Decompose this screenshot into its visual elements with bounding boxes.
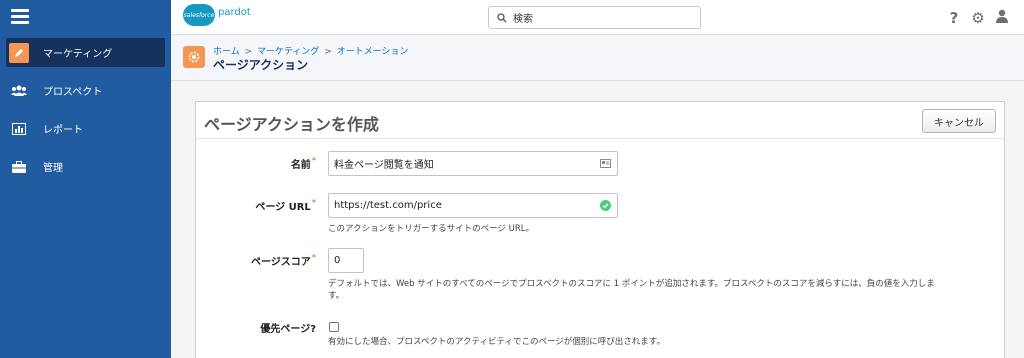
pardot-logo[interactable]: salesforce pardot: [183, 4, 251, 26]
form-title: ページアクションを作成: [204, 115, 379, 134]
chart-icon: [9, 119, 29, 139]
score-label: ページスコア*: [251, 253, 316, 268]
score-help-text: デフォルトでは、Web サイトのすべてのページでプロスペクトのスコアに 1 ポイ…: [328, 279, 935, 301]
name-field[interactable]: 料金ページ閲覧を通知: [328, 151, 618, 176]
sidebar-item-label: マーケティング: [43, 49, 113, 60]
sidebar-item-prospects[interactable]: プロスペクト: [6, 76, 165, 105]
cancel-button[interactable]: キャンセル: [922, 109, 996, 133]
automation-icon: [183, 46, 205, 68]
top-icons: ? ⚙: [946, 9, 1010, 26]
priority-page-checkbox[interactable]: [329, 322, 339, 332]
url-label: ページ URL*: [255, 198, 316, 213]
search-icon: [497, 8, 507, 27]
contact-card-icon: [600, 159, 611, 171]
page-title: ページアクション: [213, 58, 309, 72]
top-header: salesforce pardot 検索 ? ⚙: [171, 0, 1024, 35]
create-page-action-form: ページアクションを作成 キャンセル 名前* 料金ページ閲覧を通知 ページ URL…: [195, 101, 1005, 358]
help-icon[interactable]: ?: [946, 10, 962, 26]
valid-check-icon: [600, 200, 611, 214]
users-icon: [9, 81, 29, 101]
sidebar-item-reports[interactable]: レポート: [6, 114, 165, 143]
page-score-field[interactable]: 0: [328, 248, 364, 273]
gear-icon[interactable]: ⚙: [970, 10, 986, 26]
required-marker: *: [311, 253, 316, 262]
salesforce-cloud-logo: salesforce: [183, 4, 215, 26]
breadcrumb-automation[interactable]: オートメーション: [337, 47, 409, 57]
url-help-text: このアクションをトリガーするサイトのページ URL。: [328, 224, 534, 234]
divider: [196, 138, 1004, 139]
sidebar-item-marketing[interactable]: マーケティング: [6, 38, 165, 67]
sidebar-item-admin[interactable]: 管理: [6, 152, 165, 181]
menu-icon[interactable]: [11, 9, 29, 25]
sidebar-item-label: 管理: [43, 163, 63, 174]
logo-text: pardot: [218, 6, 251, 18]
breadcrumb-separator: >: [324, 47, 332, 57]
required-marker: *: [311, 198, 316, 207]
search-input[interactable]: 検索: [488, 6, 701, 29]
priority-label: 優先ページ?: [260, 324, 316, 335]
user-icon[interactable]: [994, 9, 1010, 26]
search-placeholder: 検索: [513, 14, 533, 25]
briefcase-icon: [9, 157, 29, 177]
sidebar-item-label: レポート: [43, 125, 83, 136]
page-header: ホーム > マーケティング > オートメーション ページアクション: [171, 36, 1024, 81]
page-url-field[interactable]: https://test.com/price: [328, 193, 618, 218]
name-label: 名前*: [290, 156, 316, 171]
sidebar: マーケティング プロスペクト レポート 管理: [0, 0, 171, 358]
pencil-icon: [9, 42, 29, 63]
required-marker: *: [311, 156, 316, 165]
priority-help-text: 有効にした場合、プロスペクトのアクティビティでこのページが個別に呼び出されます。: [328, 337, 665, 347]
sidebar-item-label: プロスペクト: [43, 87, 103, 98]
